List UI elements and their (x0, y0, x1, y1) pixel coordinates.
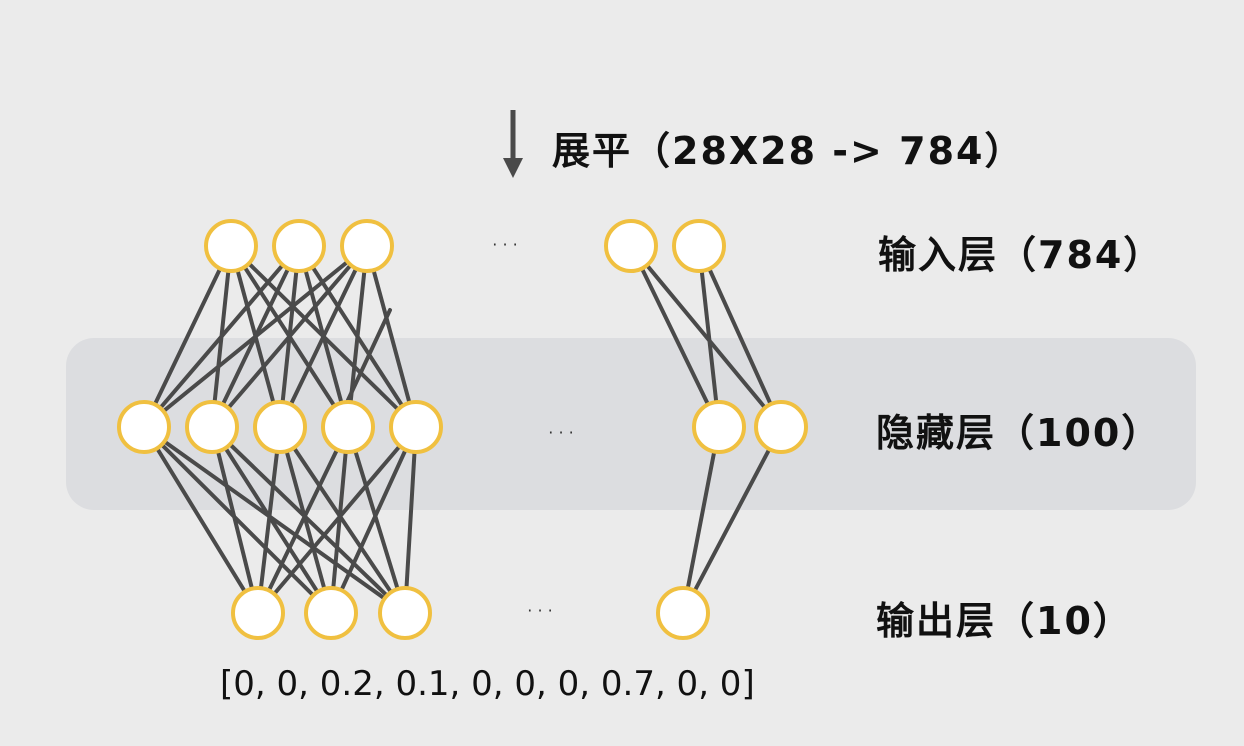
hidden-neuron (321, 400, 375, 454)
flatten-label: 展平（28X28 -> 784） (552, 129, 1025, 173)
flatten-arrow-icon (503, 110, 523, 178)
output-vector: [0, 0, 0.2, 0.1, 0, 0, 0, 0.7, 0, 0] (220, 664, 755, 704)
input-neuron (272, 219, 326, 273)
output-neuron (378, 586, 432, 640)
output-ellipsis: · · · (527, 601, 552, 620)
hidden-neuron (754, 400, 808, 454)
input-layer-label: 输入层（784） (878, 233, 1164, 277)
hidden-neuron (117, 400, 171, 454)
input-ellipsis: · · · (492, 235, 517, 254)
output-layer-label: 输出层（10） (876, 599, 1133, 643)
output-neuron (304, 586, 358, 640)
hidden-layer-label: 隐藏层（100） (876, 411, 1162, 455)
hidden-neuron (185, 400, 239, 454)
input-neuron (340, 219, 394, 273)
output-neuron (231, 586, 285, 640)
input-neuron (672, 219, 726, 273)
input-neuron (604, 219, 658, 273)
output-neuron (656, 586, 710, 640)
hidden-ellipsis: · · · (548, 423, 573, 442)
hidden-neuron (389, 400, 443, 454)
hidden-neuron (692, 400, 746, 454)
hidden-neuron (253, 400, 307, 454)
input-neuron (204, 219, 258, 273)
